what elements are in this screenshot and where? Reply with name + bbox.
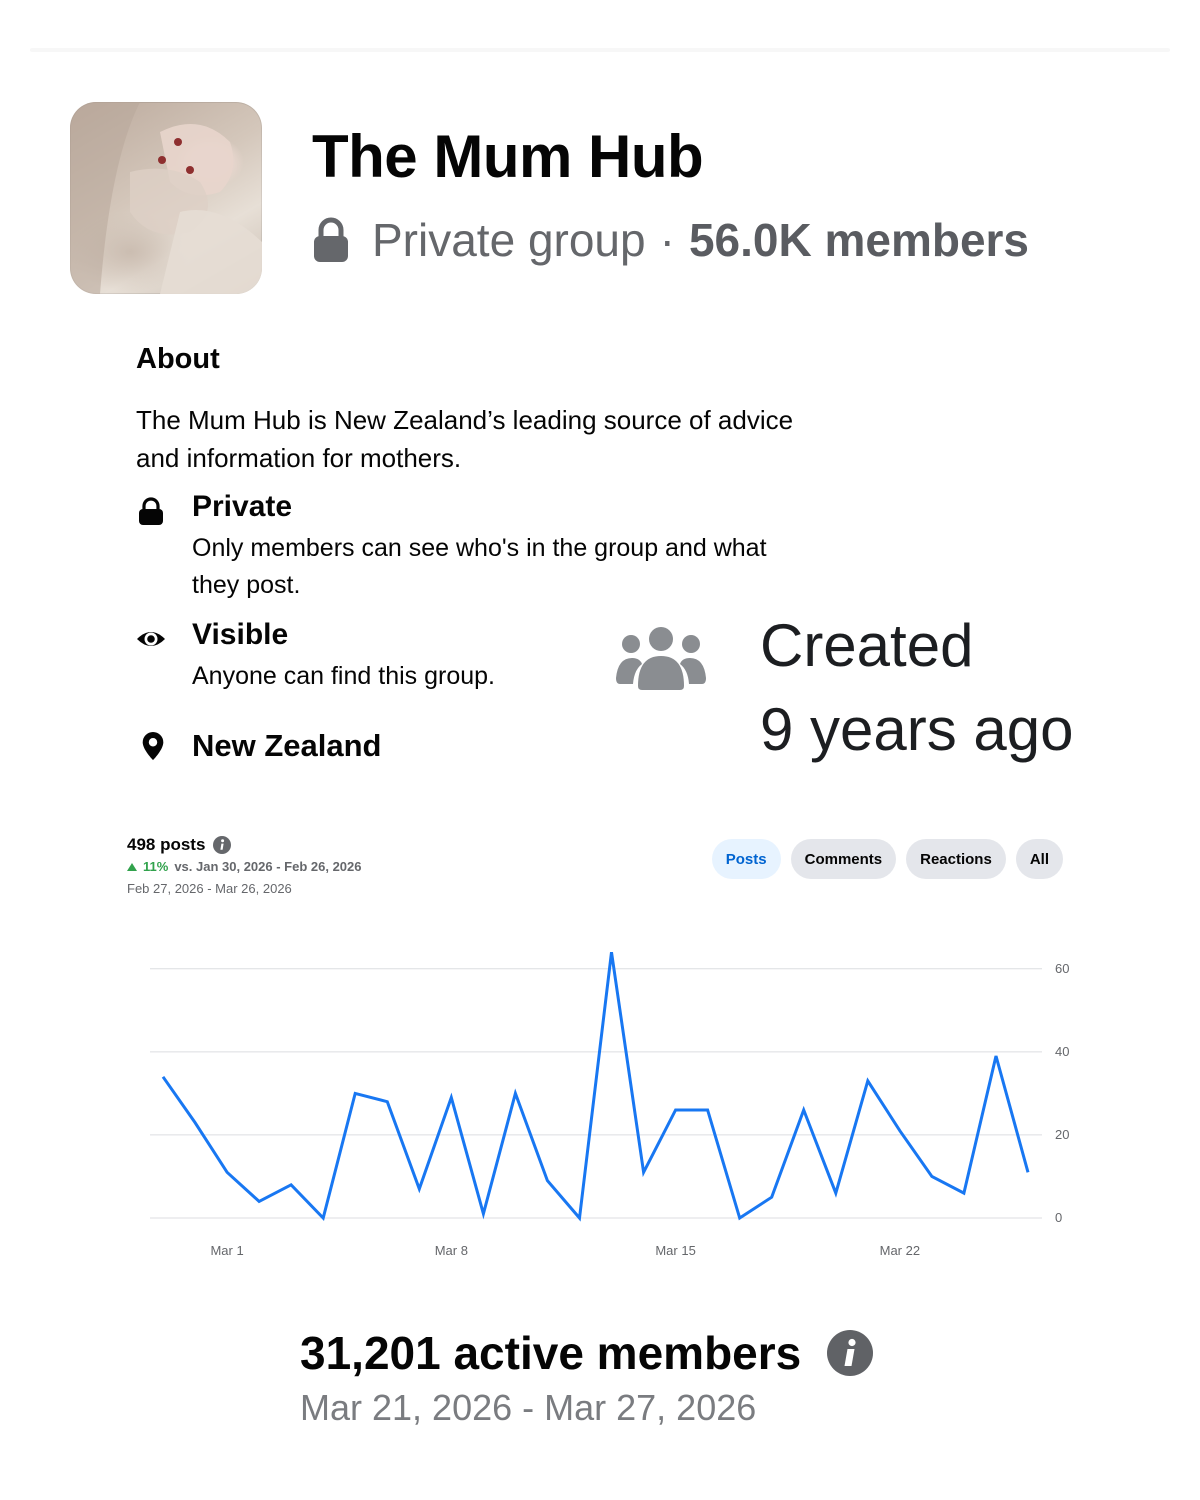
data-point[interactable] — [381, 1096, 393, 1108]
data-point[interactable] — [317, 1212, 329, 1224]
data-point[interactable] — [638, 1166, 650, 1178]
data-point[interactable] — [445, 1092, 457, 1104]
data-point[interactable] — [509, 1087, 521, 1099]
posts-count-label: 498 posts — [127, 835, 206, 854]
comparison-row: 11% vs. Jan 30, 2026 - Feb 26, 2026 — [127, 858, 362, 876]
data-point[interactable] — [766, 1191, 778, 1203]
x-tick-label: Mar 22 — [880, 1243, 920, 1258]
tab-posts[interactable]: Posts — [711, 839, 781, 879]
data-point[interactable] — [285, 1179, 297, 1191]
eye-icon — [137, 632, 165, 646]
data-point[interactable] — [958, 1187, 970, 1199]
tab-all[interactable]: All — [1015, 839, 1063, 879]
data-point[interactable] — [734, 1212, 746, 1224]
comparison-period: vs. Jan 30, 2026 - Feb 26, 2026 — [174, 859, 362, 874]
x-tick-label: Mar 15 — [655, 1243, 695, 1258]
data-point[interactable] — [413, 1183, 425, 1195]
privacy-title: Private — [192, 490, 293, 523]
active-members-count: 31,201 active members — [300, 1327, 802, 1379]
privacy-subtitle: Only members can see who's in the group … — [192, 534, 767, 599]
visibility-title: Visible — [192, 618, 289, 651]
created-age: 9 years ago — [760, 696, 1074, 763]
y-tick-label: 20 — [1055, 1127, 1069, 1142]
data-point[interactable] — [189, 1116, 201, 1128]
data-point[interactable] — [606, 946, 618, 958]
metric-tabs: Posts Comments Reactions All — [711, 839, 1063, 879]
data-point[interactable] — [253, 1195, 265, 1207]
change-percent: 11% — [143, 859, 169, 874]
data-point[interactable] — [157, 1071, 169, 1083]
info-icon[interactable] — [213, 836, 232, 854]
active-members-range: Mar 21, 2026 - Mar 27, 2026 — [300, 1387, 757, 1428]
data-point[interactable] — [990, 1050, 1002, 1062]
date-range: Feb 27, 2026 - Mar 26, 2026 — [127, 881, 292, 896]
data-point[interactable] — [477, 1208, 489, 1220]
top-divider — [30, 48, 1170, 52]
people-group-icon — [616, 627, 706, 690]
member-count[interactable]: 56.0K members — [689, 213, 1029, 267]
data-point[interactable] — [573, 1212, 585, 1224]
data-point[interactable] — [541, 1175, 553, 1187]
privacy-label: Private group — [372, 214, 646, 266]
data-point[interactable] — [862, 1075, 874, 1087]
data-point[interactable] — [926, 1170, 938, 1182]
x-tick-label: Mar 1 — [210, 1243, 243, 1258]
y-tick-label: 60 — [1055, 961, 1069, 976]
created-info: Created 9 years ago — [760, 604, 1074, 772]
x-tick-label: Mar 8 — [435, 1243, 468, 1258]
tab-reactions[interactable]: Reactions — [906, 839, 1006, 879]
data-point[interactable] — [702, 1104, 714, 1116]
separator-dot: · — [659, 214, 675, 266]
group-meta: Private group · 56.0K members — [312, 210, 1029, 270]
created-label: Created — [760, 612, 974, 679]
tab-comments[interactable]: Comments — [790, 839, 897, 879]
y-tick-label: 40 — [1055, 1044, 1069, 1059]
data-point[interactable] — [830, 1187, 842, 1199]
posts-count: 498 posts — [127, 834, 232, 856]
data-point[interactable] — [798, 1104, 810, 1116]
lock-icon — [139, 497, 163, 525]
data-point[interactable] — [894, 1125, 906, 1137]
data-point[interactable] — [221, 1166, 233, 1178]
active-members: 31,201 active members — [300, 1324, 874, 1382]
data-point[interactable] — [670, 1104, 682, 1116]
group-cover-photo[interactable] — [70, 102, 262, 294]
posts-line-chart: 0 20 40 60 Mar 1 Mar 8 Mar 15 Mar 22 — [150, 946, 1069, 1258]
data-point[interactable] — [1022, 1166, 1034, 1178]
trend-up-icon — [127, 863, 137, 871]
location-pin-icon — [142, 731, 164, 761]
info-icon[interactable] — [827, 1330, 874, 1376]
y-tick-label: 0 — [1055, 1210, 1062, 1225]
visibility-subtitle: Anyone can find this group. — [192, 662, 495, 690]
location-title[interactable]: New Zealand — [192, 727, 382, 765]
about-heading: About — [136, 343, 220, 375]
series-line-posts[interactable] — [161, 951, 1030, 1222]
lock-icon — [314, 217, 348, 262]
group-name[interactable]: The Mum Hub — [312, 122, 704, 192]
data-point[interactable] — [349, 1087, 361, 1099]
about-description: The Mum Hub is New Zealand’s leading sou… — [136, 405, 794, 473]
